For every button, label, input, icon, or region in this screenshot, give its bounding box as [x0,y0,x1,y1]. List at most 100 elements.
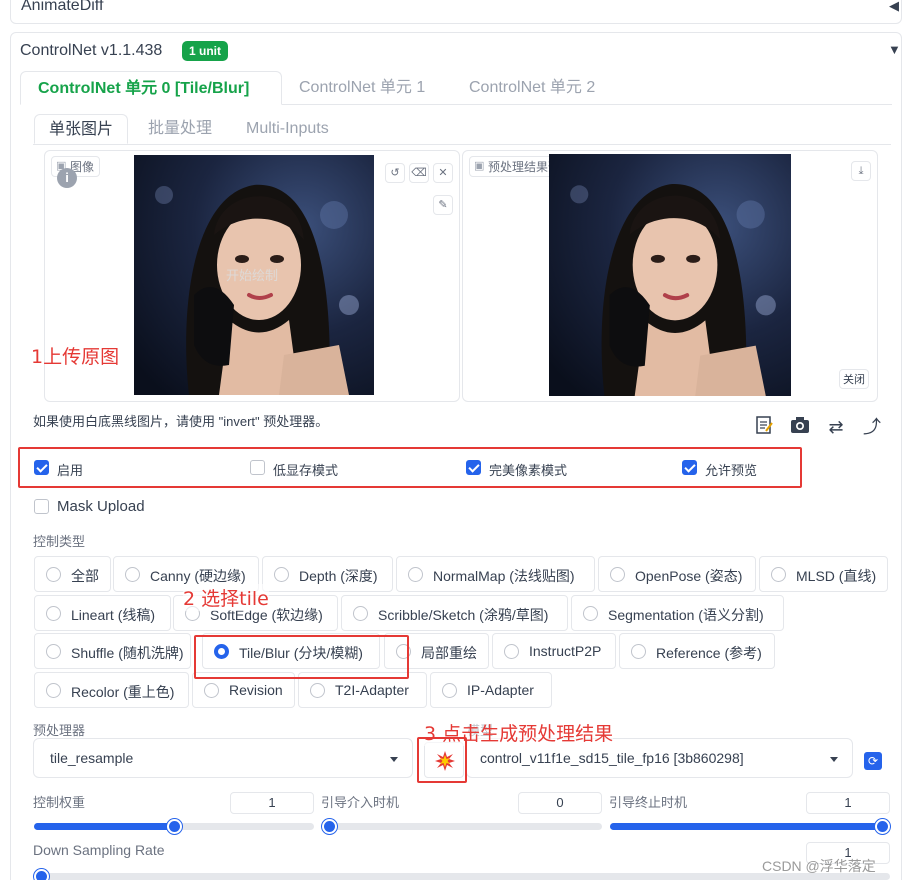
collapse-down-icon[interactable]: ▼ [888,42,901,57]
radio-dot [610,567,625,582]
control-type-recolor[interactable]: Recolor (重上色) [34,672,189,708]
radio-dot [504,644,519,659]
tab-unit-0[interactable]: ControlNet 单元 0 [Tile/Blur] [20,71,282,105]
info-icon[interactable]: i [57,168,77,188]
control-type-all[interactable]: 全部 [34,556,111,592]
down-sampling-label: Down Sampling Rate [33,842,165,858]
close-icon[interactable]: ✕ [433,163,453,183]
control-type-reference[interactable]: Reference (参考) [619,633,775,669]
chevron-down-icon [830,757,838,762]
radio-dot [631,644,646,659]
radio-dot [583,606,598,621]
control-type-mlsd[interactable]: MLSD (直线) [759,556,888,592]
mask-upload-label: Mask Upload [57,498,145,515]
slider-fill [610,823,882,830]
subtab-batch[interactable]: 批量处理 [134,114,226,144]
edit-icon[interactable] [751,415,777,441]
preview-photo [549,154,791,396]
slider-knob[interactable] [322,819,337,834]
control-type-lineart[interactable]: Lineart (线稿) [34,595,171,631]
animatediff-title: AnimateDiff [21,0,104,14]
brush-icon[interactable]: ✎ [433,195,453,215]
mask-upload-checkbox[interactable] [34,499,49,514]
animatediff-panel[interactable]: AnimateDiff ◀ [10,0,902,24]
tab-unit-0-label: ControlNet 单元 0 [Tile/Blur] [38,80,250,97]
refresh-icon[interactable]: ⟳ [864,752,882,770]
download-icon[interactable]: ⤓ [851,161,871,181]
control-type-normalmap[interactable]: NormalMap (法线贴图) [396,556,595,592]
draw-overlay-text: 开始绘制 [226,268,279,283]
slider-knob[interactable] [167,819,182,834]
model-value: control_v11f1e_sd15_tile_fp16 [3b860298] [480,750,744,766]
tab-unit-1-label: ControlNet 单元 1 [299,79,426,96]
control-type-openpose[interactable]: OpenPose (姿态) [598,556,756,592]
unit-count-badge: 1 unit [182,41,228,61]
guidance-start-slider[interactable] [322,819,602,834]
controlnet-title[interactable]: ControlNet v1.1.438 [20,42,162,60]
control-weight-slider[interactable] [34,819,314,834]
radio-dot [204,683,219,698]
control-weight-input[interactable]: 1 [230,792,314,814]
radio-dot [353,606,368,621]
low-vram-label: 低显存模式 [273,463,339,478]
slider-fill [34,823,174,830]
pixel-perfect-label: 完美像素模式 [489,463,568,478]
radio-dot [46,606,61,621]
slider-knob[interactable] [34,869,49,880]
invert-hint: 如果使用白底黑线图片，请使用 "invert" 预处理器。 [33,414,329,429]
control-type-label: 控制类型 [33,534,86,549]
preview-portrait-image [549,154,791,396]
guidance-end-input[interactable]: 1 [806,792,890,814]
eraser-icon[interactable]: ⌫ [409,163,429,183]
input-photo[interactable]: 开始绘制 [134,155,374,395]
tab-unit-2[interactable]: ControlNet 单元 2 [459,71,605,105]
radio-dot [274,567,289,582]
subtab-single-image-label: 单张图片 [49,121,114,138]
tab-unit-2-label: ControlNet 单元 2 [469,79,596,96]
control-type-instructp2p[interactable]: InstructP2P [492,633,616,669]
slider-knob[interactable] [875,819,890,834]
run-highlight-box [417,737,467,783]
control-type-scribble[interactable]: Scribble/Sketch (涂鸦/草图) [341,595,568,631]
pixel-perfect-checkbox[interactable] [466,460,481,475]
send-icon[interactable]: ⤴ [859,414,885,440]
preprocessor-dropdown[interactable]: tile_resample [33,738,413,778]
preprocessor-label: 预处理器 [33,723,86,738]
subtab-single-image[interactable]: 单张图片 [34,114,129,144]
control-weight-label: 控制权重 [33,795,86,810]
radio-dot [310,683,325,698]
radio-dot [46,567,61,582]
swap-icon[interactable]: ⇄ [823,414,849,440]
enable-label: 启用 [57,463,84,478]
enable-checkbox[interactable] [34,460,49,475]
control-type-segmentation[interactable]: Segmentation (语义分割) [571,595,784,631]
collapse-left-icon[interactable]: ◀ [889,0,899,14]
preprocessor-value: tile_resample [50,750,134,766]
guidance-end-label: 引导终止时机 [609,795,688,810]
undo-icon[interactable]: ↺ [385,163,405,183]
control-type-depth[interactable]: Depth (深度) [262,556,393,592]
subtab-batch-label: 批量处理 [148,120,213,137]
radio-dot [771,567,786,582]
guidance-start-label: 引导介入时机 [321,795,400,810]
radio-dot [125,567,140,582]
csdn-watermark: CSDN @浮华落定 [762,858,876,874]
tab-unit-1[interactable]: ControlNet 单元 1 [289,71,435,105]
annotation-step1: 1上传原图 [31,346,120,368]
tile-highlight-box [194,635,409,679]
radio-dot [408,567,423,582]
allow-preview-checkbox[interactable] [682,460,697,475]
subtab-multi-inputs[interactable]: Multi-Inputs [232,114,343,144]
guidance-end-slider[interactable] [610,819,890,834]
subtab-multi-inputs-label: Multi-Inputs [246,120,329,137]
image-icon: ▣ [474,160,485,172]
low-vram-checkbox[interactable] [250,460,265,475]
control-type-shuffle[interactable]: Shuffle (随机洗牌) [34,633,191,669]
preview-close-button[interactable]: 关闭 [839,369,869,389]
radio-dot [442,683,457,698]
radio-dot [46,683,61,698]
control-type-ip-adapter[interactable]: IP-Adapter [430,672,552,708]
subtabs-baseline [33,144,891,145]
guidance-start-input[interactable]: 0 [518,792,602,814]
camera-icon[interactable] [787,415,813,441]
